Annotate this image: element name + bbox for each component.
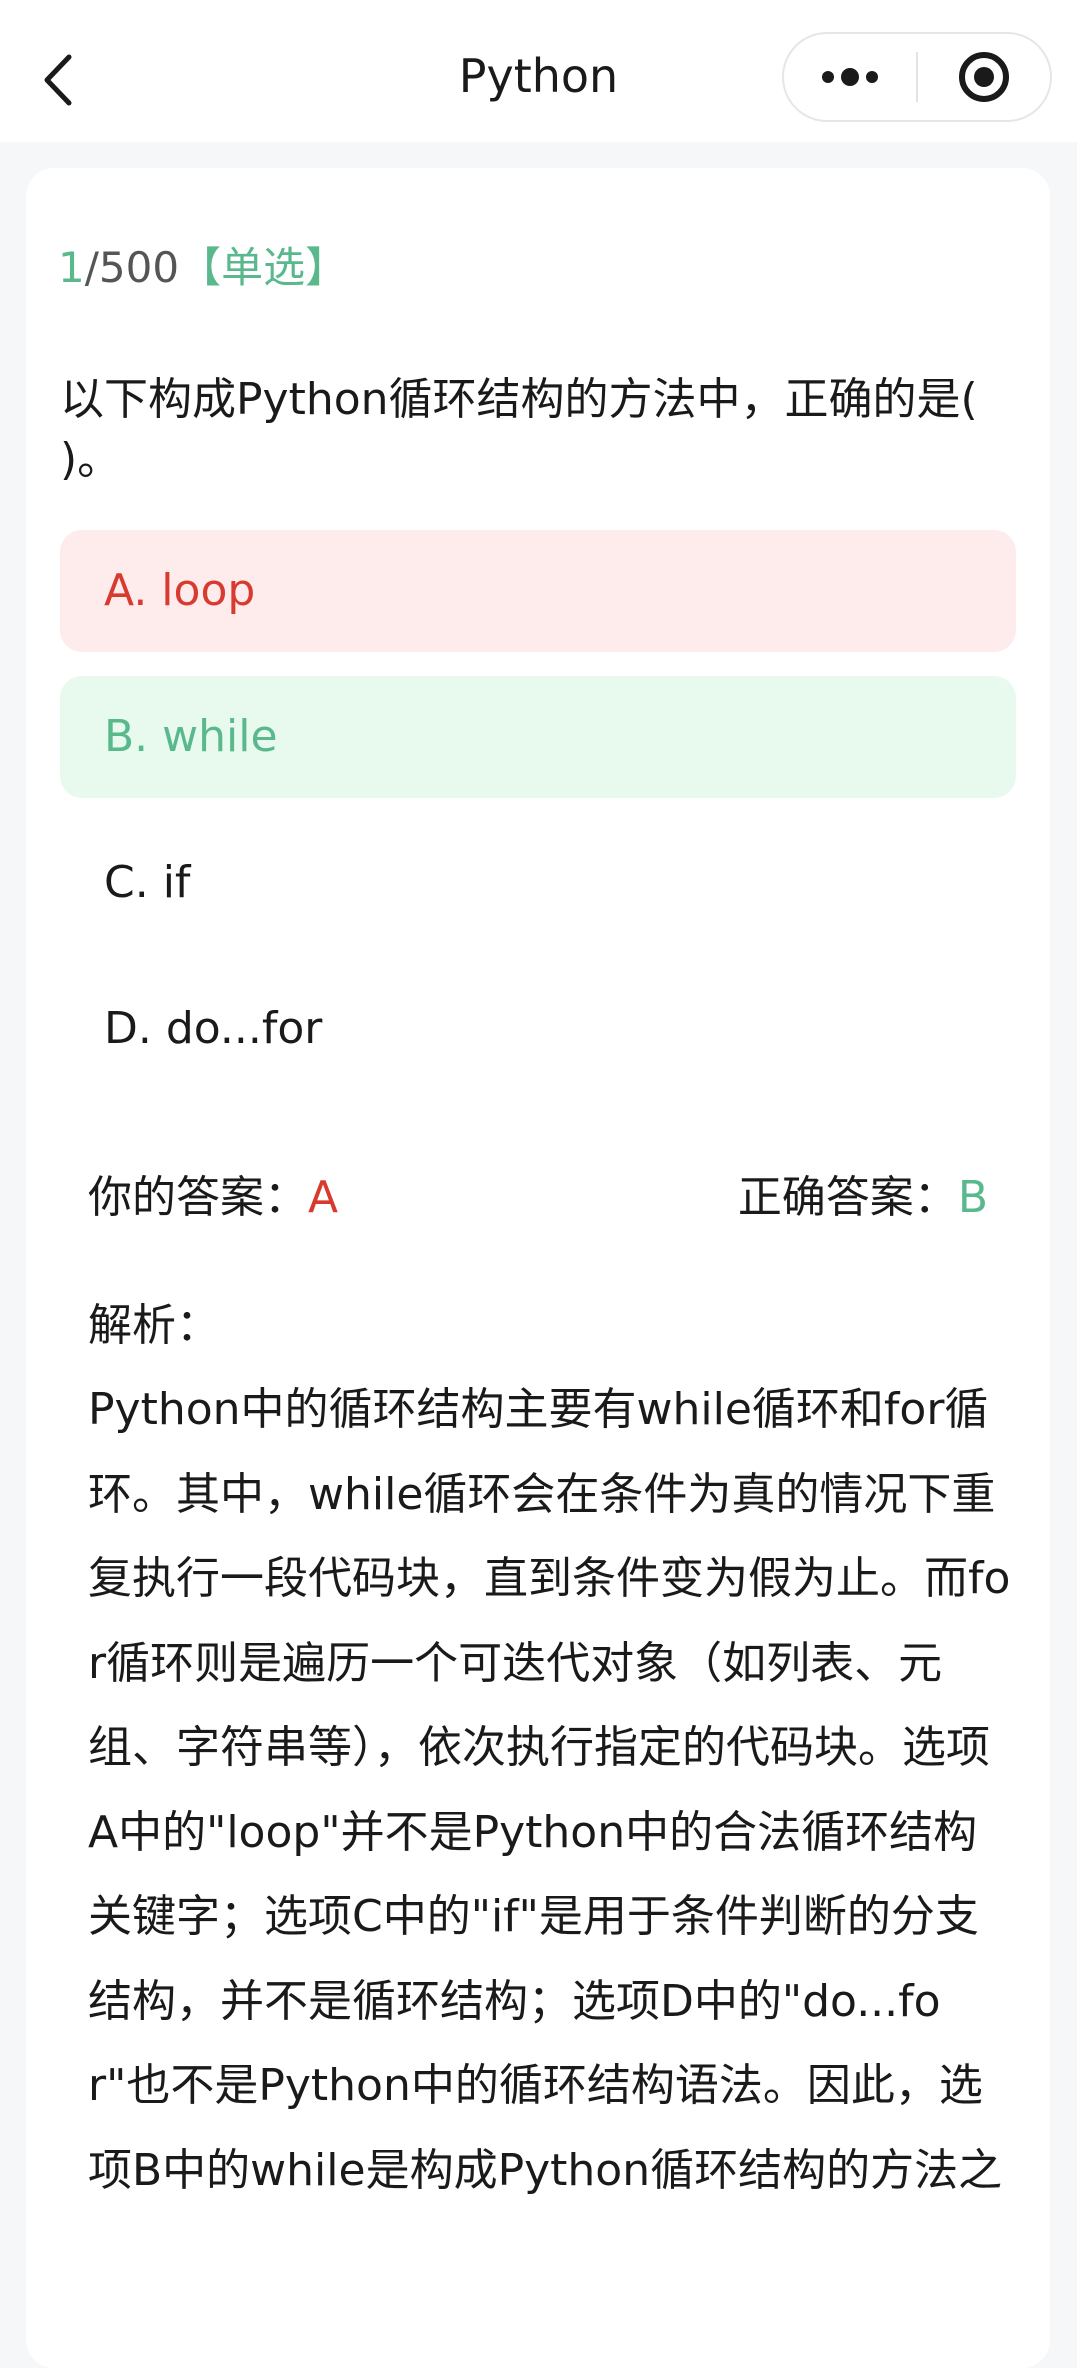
capsule-menu	[782, 32, 1052, 122]
option-b[interactable]: B. while	[60, 676, 1016, 798]
nav-bar: Python	[0, 0, 1077, 142]
analysis-label: 解析：	[88, 1300, 220, 1351]
target-close-icon	[959, 52, 1009, 102]
correct-answer: 正确答案：B	[738, 1168, 988, 1228]
your-answer-label: 你的答案：	[88, 1172, 308, 1223]
question-text: 以下构成Python循环结构的方法中，正确的是( )。	[60, 374, 978, 485]
progress-current: 1	[58, 243, 85, 292]
more-dots-icon	[822, 68, 878, 86]
more-button[interactable]	[784, 34, 916, 120]
your-answer-value: A	[308, 1172, 339, 1223]
close-button[interactable]	[918, 34, 1050, 120]
your-answer: 你的答案：A	[88, 1168, 338, 1228]
question-card: 1/500【单选】 以下构成Python循环结构的方法中，正确的是( )。 A.…	[26, 168, 1050, 2368]
progress-total: /500	[84, 243, 180, 292]
option-a[interactable]: A. loop	[60, 530, 1016, 652]
correct-answer-value: B	[957, 1172, 988, 1223]
analysis-text: Python中的循环结构主要有while循环和for循环。其中，while循环会…	[88, 1384, 1011, 2196]
correct-answer-label: 正确答案：	[737, 1172, 958, 1223]
question-type: 【单选】	[179, 243, 348, 292]
option-c[interactable]: C. if	[60, 822, 1016, 944]
option-d[interactable]: D. do...for	[60, 968, 1016, 1090]
question-progress: 1/500【单选】	[58, 240, 347, 296]
